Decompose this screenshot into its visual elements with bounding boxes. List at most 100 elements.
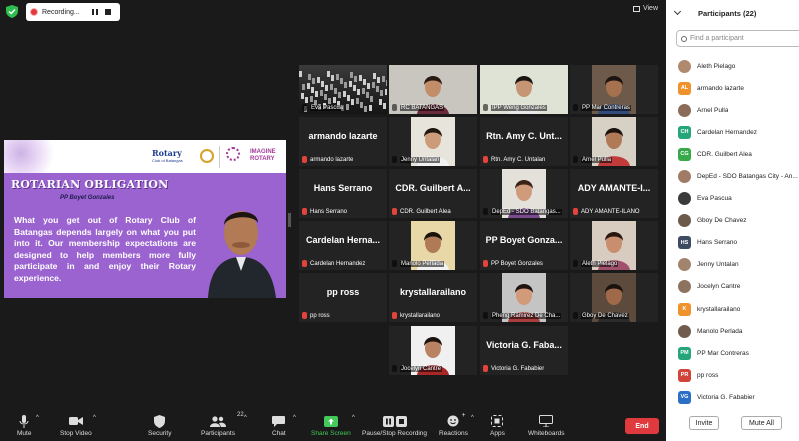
participants-button[interactable]: 22 Participants <box>201 412 244 437</box>
participants-options-caret-icon[interactable]: ^ <box>244 415 247 421</box>
speaker-photo <box>200 191 282 298</box>
muted-microphone-icon <box>302 208 307 215</box>
participant-row[interactable]: Manolo Perlada <box>666 320 799 342</box>
video-tile[interactable]: DepEd - SDO Batangas... <box>480 169 568 218</box>
chat-button[interactable]: Chat <box>272 414 286 437</box>
video-tile[interactable]: PP Boyet Gonza... PP Boyet Gonzales <box>480 221 568 270</box>
whiteboards-label: Whiteboards <box>528 430 565 437</box>
video-options-caret-icon[interactable]: ^ <box>93 415 96 421</box>
participant-row[interactable]: Gboy De Chavez <box>666 210 799 232</box>
pause-stop-recording-button[interactable]: Pause/Stop Recording <box>362 414 427 437</box>
participant-row[interactable]: Kkrystallarailano <box>666 298 799 320</box>
share-screen-button[interactable]: Share Screen <box>311 414 351 437</box>
stop-recording-icon[interactable] <box>104 9 111 15</box>
tile-name-text: PP Boyet Gonzales <box>491 260 543 267</box>
tile-name-text: IPP Weng Gonzales <box>491 104 547 111</box>
participant-name: Hans Serrano <box>697 239 738 247</box>
mute-options-caret-icon[interactable]: ^ <box>36 415 39 421</box>
video-tile[interactable]: Hans Serrano Hans Serrano <box>299 169 387 218</box>
participant-name: Manolo Perlada <box>697 327 743 335</box>
pause-recording-icon[interactable] <box>91 9 98 15</box>
video-tile[interactable]: Victoria G. Faba... Victoria G. Fababier <box>480 326 568 375</box>
muted-microphone-icon <box>302 260 307 267</box>
participant-row[interactable]: Jenny Untalan <box>666 254 799 276</box>
tile-name-text: pp ross <box>310 312 330 319</box>
video-tile[interactable]: armando lazarte armando lazarte <box>299 117 387 166</box>
participant-name: Cardelan Hernandez <box>697 128 757 136</box>
participant-row[interactable]: Aleth Pielago <box>666 55 799 77</box>
video-tile[interactable]: PP Mar Contreras <box>570 65 658 114</box>
apps-button[interactable]: Apps <box>490 414 505 437</box>
video-tile[interactable]: Aleth Pielago <box>570 221 658 270</box>
video-tile[interactable]: Cardelan Herna... Cardelan Hernandez <box>299 221 387 270</box>
tile-name-text: Jocelyn Cantre <box>400 365 443 372</box>
tile-name-text: ADY AMANTE-ILANO <box>581 208 640 215</box>
shield-icon[interactable] <box>6 5 18 18</box>
video-tile[interactable]: Rtn. Amy C. Unt... Rtn. Amy C. Untalan <box>480 117 568 166</box>
participant-list: Aleth Pielago AL armando lazarte Arnel Pull… <box>666 55 799 409</box>
find-participant-input[interactable]: Find a participant <box>676 30 799 47</box>
mute-all-button[interactable]: Mute All <box>741 416 782 430</box>
video-tile[interactable]: Jocelyn Cantre <box>389 326 477 375</box>
tile-name-label: CDR. Guilbert Alea <box>392 208 451 215</box>
participant-row[interactable]: CH Cardelan Hernandez <box>666 121 799 143</box>
pause-stop-recording-icon <box>382 415 407 427</box>
view-button[interactable]: View <box>632 5 658 12</box>
muted-microphone-icon <box>302 312 307 319</box>
participant-row[interactable]: HS Hans Serrano <box>666 232 799 254</box>
avatar <box>678 258 691 272</box>
participants-panel-title: Participants (22) <box>698 9 757 18</box>
invite-button[interactable]: Invite <box>689 416 719 430</box>
muted-microphone-icon <box>573 260 578 267</box>
video-tile[interactable]: RC BATANGAS <box>389 65 477 114</box>
tile-display-name: Victoria G. Faba... <box>486 340 562 350</box>
video-tile[interactable]: Arnel Pulla <box>570 117 658 166</box>
stop-video-button[interactable]: Stop Video <box>60 414 92 437</box>
end-meeting-button[interactable]: End <box>625 418 659 434</box>
video-tile[interactable]: IPP Weng Gonzales <box>480 65 568 114</box>
video-tile[interactable]: pp ross pp ross <box>299 273 387 322</box>
mute-button[interactable]: Mute <box>17 414 31 437</box>
participant-row[interactable]: Jocelyn Cantre <box>666 276 799 298</box>
tile-name-text: PP Mar Contreras <box>581 104 631 111</box>
muted-microphone-icon <box>302 104 307 111</box>
video-tile[interactable]: Eva Pascua <box>299 65 387 114</box>
muted-microphone-icon <box>483 156 488 163</box>
avatar <box>678 103 691 117</box>
video-tile[interactable]: Jenny Untalan <box>389 117 477 166</box>
meeting-toolbar: Mute ^ Stop Video ^ Security 22 Particip… <box>0 412 666 441</box>
tile-name-text: armando lazarte <box>310 156 354 163</box>
video-tile[interactable]: ADY AMANTE-I... ADY AMANTE-ILANO <box>570 169 658 218</box>
participant-row[interactable]: DepEd - SDO Batangas City - An... <box>666 165 799 187</box>
participant-row[interactable]: AL armando lazarte <box>666 77 799 99</box>
collapse-chevron-icon[interactable] <box>673 7 682 16</box>
reactions-button[interactable]: + Reactions <box>439 412 468 437</box>
participant-row[interactable]: Eva Pascua <box>666 188 799 210</box>
recording-indicator: Recording... <box>26 3 120 21</box>
tile-name-text: RC BATANGAS <box>400 104 445 111</box>
video-tile[interactable]: krystallarailano krystallarailano <box>389 273 477 322</box>
video-tile[interactable]: Gboy De Chavez <box>570 273 658 322</box>
video-tile[interactable]: Manolo Perlada <box>389 221 477 270</box>
participant-name: DepEd - SDO Batangas City - An... <box>697 173 798 181</box>
participant-row[interactable]: PM PP Mar Contreras <box>666 342 799 364</box>
participant-row[interactable]: VG Victoria G. Fababier <box>666 386 799 408</box>
participant-row[interactable]: Arnel Pulla <box>666 99 799 121</box>
tile-name-text: Eva Pascua <box>310 104 345 111</box>
tile-name-label: PP Mar Contreras <box>573 104 631 111</box>
reactions-options-caret-icon[interactable]: ^ <box>471 415 474 421</box>
video-tile[interactable]: CDR. Guilbert A... CDR. Guilbert Alea <box>389 169 477 218</box>
participant-row[interactable]: PR pp ross <box>666 364 799 386</box>
chat-options-caret-icon[interactable]: ^ <box>293 415 296 421</box>
share-options-caret-icon[interactable]: ^ <box>352 415 355 421</box>
participant-name: Jenny Untalan <box>697 261 739 269</box>
participants-count: 22 <box>236 412 244 418</box>
whiteboards-button[interactable]: Whiteboards <box>528 414 565 437</box>
resize-handle[interactable] <box>288 213 291 227</box>
chat-bubble-icon <box>272 415 286 427</box>
reactions-plus-icon: + <box>461 412 466 419</box>
participant-row[interactable]: CG CDR. Guilbert Alea <box>666 143 799 165</box>
tile-name-label: Manolo Perlada <box>392 260 445 267</box>
security-button[interactable]: Security <box>148 414 171 437</box>
video-tile[interactable]: Pheng Ramirez De Cha... <box>480 273 568 322</box>
